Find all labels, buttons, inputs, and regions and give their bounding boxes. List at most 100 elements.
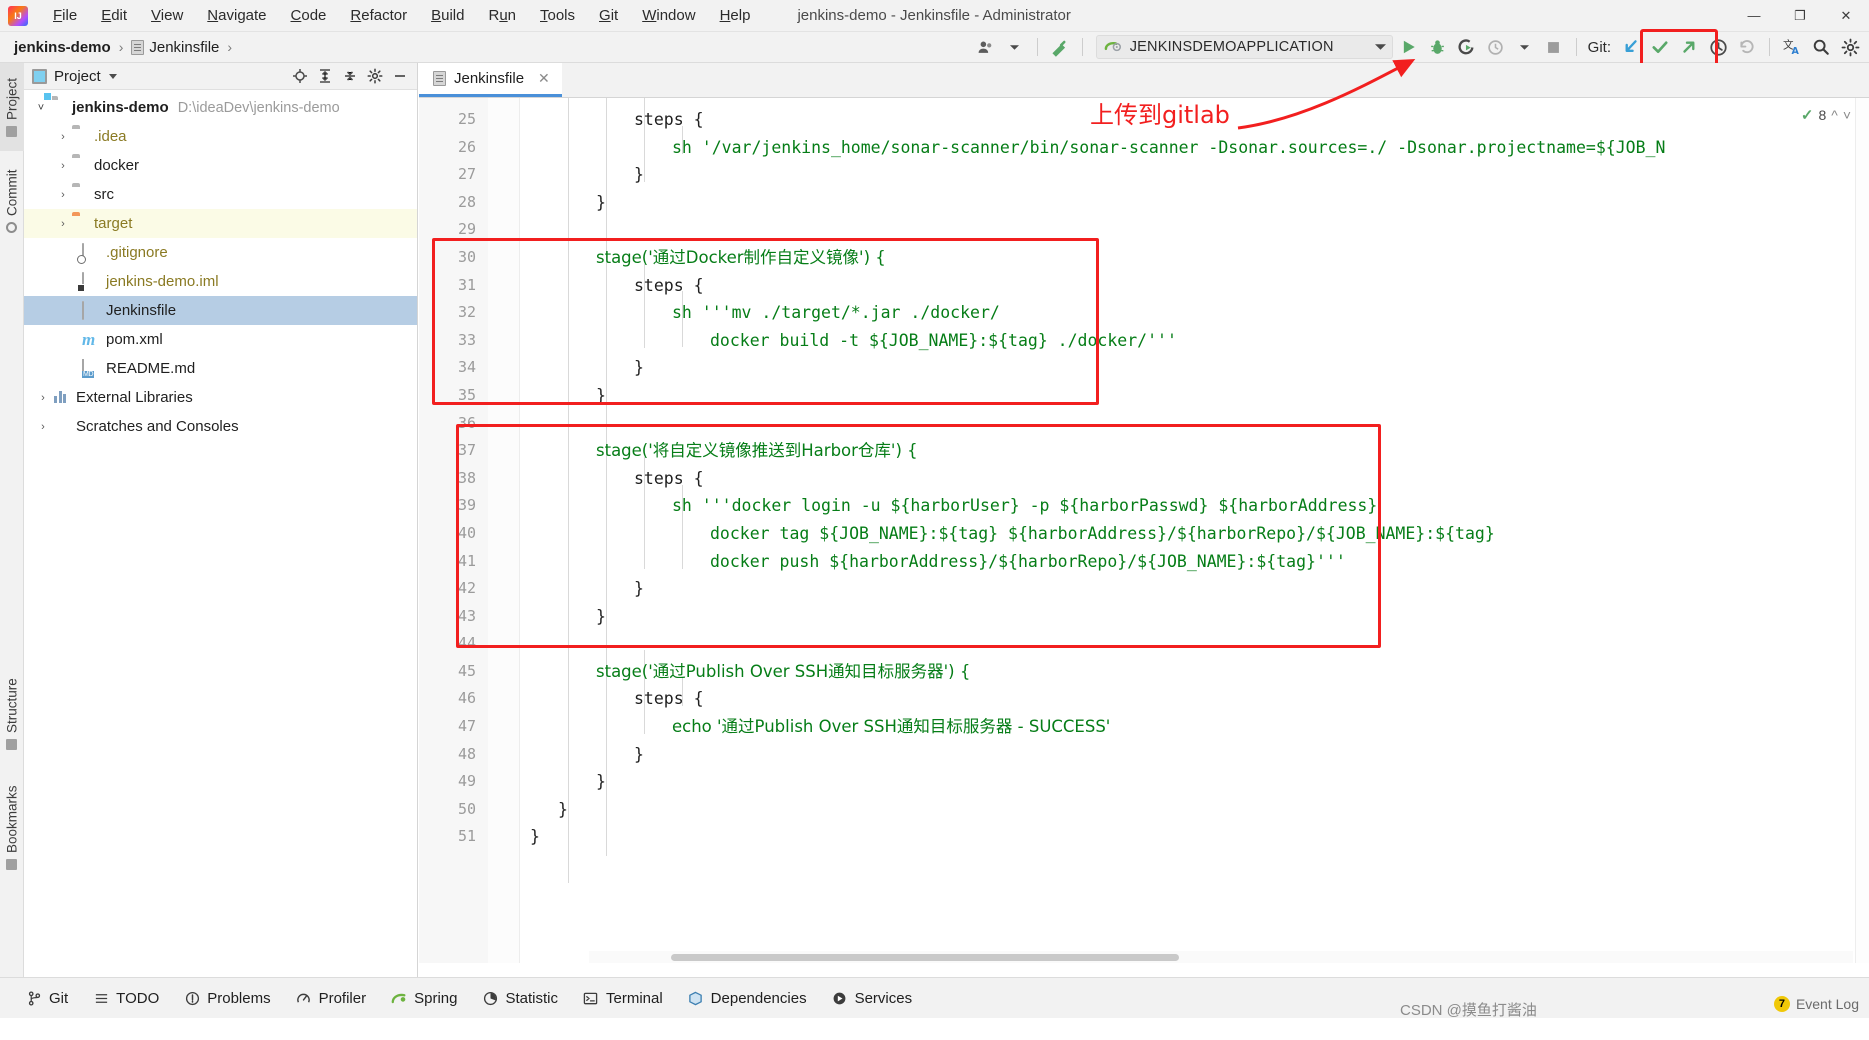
git-revert-icon — [1734, 35, 1760, 59]
search-everywhere-icon[interactable] — [1808, 35, 1834, 59]
inspection-chevron-up-icon[interactable]: ^ — [1831, 107, 1838, 123]
git-update-icon[interactable] — [1618, 35, 1644, 59]
user-avatar-icon[interactable] — [973, 35, 999, 59]
maximize-button[interactable]: ❐ — [1777, 0, 1823, 32]
tree-node-jenkinsfile[interactable]: Jenkinsfile — [24, 296, 417, 325]
run-with-coverage-button[interactable] — [1454, 35, 1480, 59]
tree-node-iml[interactable]: jenkins-demo.iml — [24, 267, 417, 296]
collapse-all-icon[interactable] — [338, 65, 362, 87]
intellij-logo-icon — [8, 5, 28, 26]
menu-git[interactable]: Git — [588, 3, 629, 28]
dependencies-icon — [688, 990, 704, 1006]
status-item-terminal[interactable]: Terminal — [573, 985, 673, 1012]
stripe-button-project[interactable]: Project — [0, 63, 24, 151]
menu-help[interactable]: Help — [709, 3, 762, 28]
chevron-right-icon[interactable]: › — [36, 392, 50, 404]
menu-run[interactable]: Run — [477, 3, 527, 28]
line-number: 46 — [457, 689, 476, 708]
status-item-dependencies[interactable]: Dependencies — [678, 985, 817, 1012]
tree-label-scratches: Scratches and Consoles — [76, 418, 239, 435]
status-item-problems[interactable]: Problems — [174, 985, 280, 1012]
menu-window[interactable]: Window — [631, 3, 706, 28]
minimize-button[interactable]: — — [1731, 0, 1777, 32]
tree-node-pom[interactable]: m pom.xml — [24, 325, 417, 354]
tree-label-external-libraries: External Libraries — [76, 389, 193, 406]
scrollbar-thumb[interactable] — [671, 954, 1179, 961]
line-number: 40 — [457, 523, 476, 542]
code-line: } — [530, 827, 540, 847]
tree-node-scratches[interactable]: › Scratches and Consoles — [24, 412, 417, 441]
breadcrumb: jenkins-demo › Jenkinsfile › — [10, 37, 234, 58]
status-item-todo[interactable]: TODO — [83, 985, 169, 1012]
status-item-services[interactable]: Services — [822, 985, 923, 1012]
stripe-button-bookmarks[interactable]: Bookmarks — [0, 773, 24, 883]
tree-label-iml: jenkins-demo.iml — [106, 273, 219, 290]
hide-panel-icon[interactable] — [388, 65, 412, 87]
tree-node-docker[interactable]: › docker — [24, 151, 417, 180]
status-item-spring[interactable]: Spring — [381, 985, 467, 1012]
stripe-button-commit[interactable]: Commit — [0, 155, 24, 247]
chevron-right-icon[interactable]: › — [36, 421, 50, 433]
event-log-indicator[interactable]: 7 Event Log — [1773, 996, 1859, 1012]
tree-node-jenkins-demo[interactable]: ˅ jenkins-demo D:\ideaDev\jenkins-demo — [24, 93, 417, 122]
profiler-icon — [296, 990, 312, 1006]
run-configuration-selector[interactable]: JENKINSDEMOAPPLICATION — [1095, 35, 1393, 59]
tree-node-idea[interactable]: › .idea — [24, 122, 417, 151]
locate-icon[interactable] — [288, 65, 312, 87]
tree-node-src[interactable]: › src — [24, 180, 417, 209]
expand-all-icon[interactable] — [313, 65, 337, 87]
debug-button[interactable] — [1425, 35, 1451, 59]
code-line: stage('通过Publish Over SSH通知目标服务器') { — [596, 661, 971, 681]
profile-chevron-down-icon[interactable] — [1512, 35, 1538, 59]
menu-code[interactable]: Code — [280, 3, 338, 28]
folding-gutter[interactable] — [488, 98, 520, 963]
inspection-status[interactable]: ✓ 8 ^ ˅ — [1801, 106, 1851, 124]
chevron-right-icon[interactable]: › — [56, 160, 70, 172]
profile-button[interactable] — [1483, 35, 1509, 59]
status-item-profiler[interactable]: Profiler — [286, 985, 377, 1012]
code-text[interactable]: steps { sh '/var/jenkins_home/sonar-scan… — [520, 98, 1869, 963]
services-icon — [832, 990, 848, 1006]
tree-node-external-libraries[interactable]: › External Libraries — [24, 383, 417, 412]
menu-edit[interactable]: Edit — [90, 3, 138, 28]
menu-navigate[interactable]: Navigate — [196, 3, 277, 28]
status-item-git[interactable]: Git — [16, 985, 78, 1012]
menu-refactor[interactable]: Refactor — [339, 3, 418, 28]
settings-gear-icon[interactable] — [1837, 35, 1863, 59]
project-view-chevron-down-icon[interactable] — [108, 73, 117, 79]
close-tab-icon[interactable]: ✕ — [538, 70, 550, 87]
translate-icon[interactable]: 文A — [1779, 35, 1805, 59]
editor-tab-label: Jenkinsfile — [454, 70, 525, 87]
tree-node-gitignore[interactable]: .gitignore — [24, 238, 417, 267]
chevron-right-icon[interactable]: › — [56, 131, 70, 143]
close-button[interactable]: ✕ — [1823, 0, 1869, 32]
chevron-down-icon[interactable]: ˅ — [34, 102, 48, 114]
breadcrumb-file[interactable]: Jenkinsfile — [127, 37, 223, 58]
git-push-icon[interactable] — [1676, 35, 1702, 59]
code-line: } — [596, 385, 606, 405]
tree-node-target[interactable]: › target — [24, 209, 417, 238]
status-item-statistic[interactable]: Statistic — [472, 985, 568, 1012]
navigation-toolbar: jenkins-demo › Jenkinsfile › JENKINSDEMO… — [0, 32, 1869, 63]
tree-node-readme[interactable]: README.md — [24, 354, 417, 383]
run-button[interactable] — [1396, 35, 1422, 59]
editor-body[interactable]: 25 26 27 28 29 30 31 32 33 34 35 36 37 3… — [419, 98, 1869, 963]
editor-horizontal-scrollbar[interactable] — [589, 951, 1853, 963]
git-commit-icon[interactable] — [1647, 35, 1673, 59]
chevron-right-icon[interactable]: › — [56, 218, 70, 230]
git-history-icon[interactable] — [1705, 35, 1731, 59]
project-settings-gear-icon[interactable] — [363, 65, 387, 87]
menu-file[interactable]: File — [42, 3, 88, 28]
menu-tools[interactable]: Tools — [529, 3, 586, 28]
breadcrumb-project[interactable]: jenkins-demo — [10, 37, 115, 58]
menu-view[interactable]: View — [140, 3, 194, 28]
build-hammer-icon[interactable] — [1047, 35, 1073, 59]
inspection-chevron-down-icon[interactable]: ˅ — [1843, 107, 1851, 123]
stripe-button-structure[interactable]: Structure — [0, 663, 24, 765]
avatar-chevron-down-icon[interactable] — [1002, 35, 1028, 59]
chevron-right-icon[interactable]: › — [56, 189, 70, 201]
editor-marker-gutter[interactable] — [1855, 98, 1869, 963]
menu-build[interactable]: Build — [420, 3, 475, 28]
editor-tab-jenkinsfile[interactable]: Jenkinsfile ✕ — [419, 63, 562, 97]
line-number: 36 — [457, 413, 476, 432]
